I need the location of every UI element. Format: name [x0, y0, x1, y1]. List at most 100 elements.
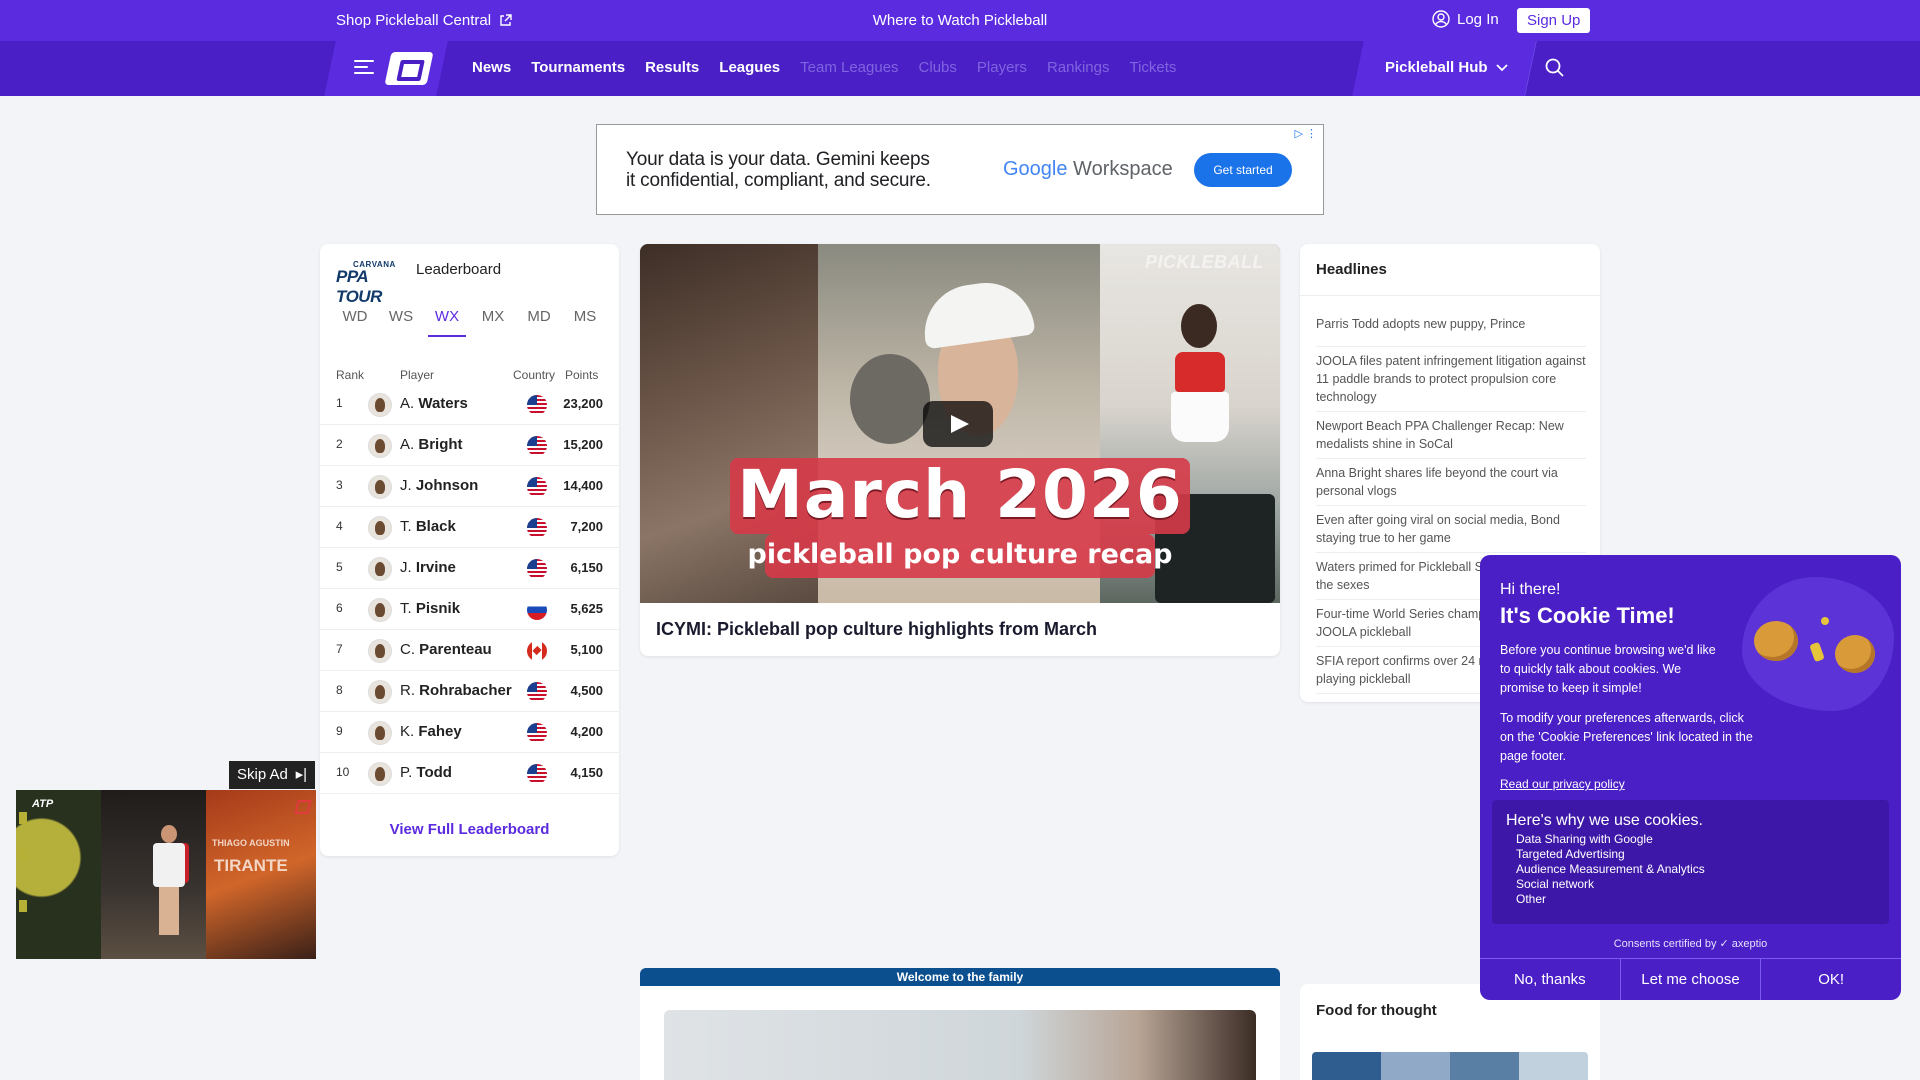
welcome-image[interactable]	[664, 1010, 1256, 1080]
let-me-choose-button[interactable]: Let me choose	[1621, 959, 1762, 1000]
ad-choices-icon[interactable]: ▷ ⋮	[1294, 127, 1317, 140]
food-image[interactable]	[1312, 1052, 1588, 1080]
nav-results[interactable]: Results	[645, 59, 699, 76]
view-full-leaderboard-link[interactable]: View Full Leaderboard	[320, 821, 619, 838]
nav-tournaments[interactable]: Tournaments	[531, 59, 625, 76]
player-name[interactable]: T. Black	[400, 518, 456, 535]
ok-button[interactable]: OK!	[1761, 959, 1901, 1000]
tab-ws[interactable]: WS	[382, 308, 420, 337]
headline-item[interactable]: Even after going viral on social media, …	[1316, 506, 1586, 553]
headline-item[interactable]: JOOLA files patent infringement litigati…	[1316, 347, 1586, 412]
leaderboard-row[interactable]: 2 A. Bright 15,200	[320, 425, 619, 466]
tab-wd[interactable]: WD	[336, 308, 374, 337]
player-name[interactable]: A. Waters	[400, 395, 468, 412]
leaderboard-row[interactable]: 6 T. Pisnik 5,625	[320, 589, 619, 630]
player-name[interactable]: P. Todd	[400, 764, 452, 781]
nav-leagues[interactable]: Leagues	[719, 59, 780, 76]
float-name-small: THIAGO AGUSTIN	[212, 838, 290, 848]
country-flag-icon	[527, 436, 547, 456]
player-name[interactable]: T. Pisnik	[400, 600, 460, 617]
nav-rankings[interactable]: Rankings	[1047, 59, 1110, 76]
leaderboard-row[interactable]: 8 R. Rohrabacher 4,500	[320, 671, 619, 712]
player-avatar	[368, 598, 392, 622]
privacy-policy-link[interactable]: Read our privacy policy	[1500, 777, 1625, 791]
where-to-watch-link[interactable]: Where to Watch Pickleball	[0, 12, 1920, 29]
nav-players[interactable]: Players	[977, 59, 1027, 76]
cookie-reason: Audience Measurement & Analytics	[1516, 862, 1705, 876]
ad-get-started-button[interactable]: Get started	[1194, 153, 1292, 187]
row-rank: 2	[336, 437, 343, 451]
site-logo[interactable]	[384, 52, 434, 85]
welcome-section: Welcome to the family	[640, 968, 1280, 1080]
sparkle-icon	[1821, 617, 1829, 625]
headline-item[interactable]: Anna Bright shares life beyond the court…	[1316, 459, 1586, 506]
header-points: Points	[565, 368, 599, 382]
player-name[interactable]: K. Fahey	[400, 723, 462, 740]
player-last-name: Bright	[418, 436, 463, 453]
atp-logo: ATP	[32, 798, 54, 810]
leaderboard-row[interactable]: 4 T. Black 7,200	[320, 507, 619, 548]
nav-clubs[interactable]: Clubs	[919, 59, 957, 76]
leaderboard-rows: 1 A. Waters 23,200 2 A. Bright 15,200 3 J. John…	[320, 384, 619, 794]
headline-item[interactable]: Newport Beach PPA Challenger Recap: New …	[1316, 412, 1586, 459]
player-last-name: Rohrabacher	[419, 682, 512, 699]
player-avatar	[368, 721, 392, 745]
signup-button[interactable]: Sign Up	[1517, 8, 1591, 33]
skip-ad-label: Skip Ad	[237, 766, 288, 783]
cookie-reason: Targeted Advertising	[1516, 847, 1625, 861]
menu-icon[interactable]	[354, 60, 374, 76]
video-caption[interactable]: ICYMI: Pickleball pop culture highlights…	[656, 619, 1097, 640]
tab-ms[interactable]: MS	[566, 308, 604, 337]
welcome-body	[640, 986, 1280, 1080]
skip-icon: ▸|	[295, 766, 307, 783]
leaderboard-row[interactable]: 5 J. Irvine 6,150	[320, 548, 619, 589]
nav-news[interactable]: News	[472, 59, 511, 76]
floating-video-ad[interactable]: ATP THIAGO AGUSTIN TIRANTE	[16, 790, 316, 959]
player-name[interactable]: J. Irvine	[400, 559, 456, 576]
axeptio-certification[interactable]: Consents certified by ✓ axeptio	[1480, 937, 1901, 950]
ad-brand: Google Workspace	[1003, 158, 1173, 181]
tab-wx[interactable]: WX	[428, 308, 466, 337]
nav-links: News Tournaments Results Leagues Team Le…	[472, 59, 1176, 76]
row-rank: 6	[336, 601, 343, 615]
country-flag-icon	[527, 723, 547, 743]
featured-video-card[interactable]: PICKLEBALL March 2026 pickleball pop cul…	[640, 244, 1280, 656]
pickleball-hub-dropdown[interactable]: Pickleball Hub	[1385, 59, 1508, 76]
search-icon[interactable]	[1544, 57, 1566, 79]
login-label: Log In	[1457, 10, 1499, 28]
player-avatar	[368, 557, 392, 581]
leaderboard-row[interactable]: 1 A. Waters 23,200	[320, 384, 619, 425]
player-name[interactable]: A. Bright	[400, 436, 463, 453]
leaderboard-row[interactable]: 7 C. Parenteau 5,100	[320, 630, 619, 671]
nav-team-leagues[interactable]: Team Leagues	[800, 59, 898, 76]
login-button[interactable]: Log In	[1432, 10, 1499, 28]
player-name[interactable]: J. Johnson	[400, 477, 478, 494]
headline-item[interactable]: Parris Todd adopts new puppy, Prince	[1316, 310, 1586, 347]
leaderboard-row[interactable]: 3 J. Johnson 14,400	[320, 466, 619, 507]
float-panel-marker	[19, 848, 27, 860]
nav-tickets[interactable]: Tickets	[1129, 59, 1176, 76]
player-initial: T.	[400, 600, 412, 617]
user-icon	[1432, 10, 1450, 28]
ad-banner[interactable]: Your data is your data. Gemini keeps it …	[596, 124, 1324, 215]
float-panel-marker	[19, 812, 27, 824]
player-points: 4,500	[570, 683, 603, 698]
video-thumbnail[interactable]: PICKLEBALL March 2026 pickleball pop cul…	[640, 244, 1280, 603]
tab-md[interactable]: MD	[520, 308, 558, 337]
leaderboard-row[interactable]: 9 K. Fahey 4,200	[320, 712, 619, 753]
play-icon[interactable]	[923, 401, 993, 447]
cookie-greeting: Hi there!	[1500, 581, 1561, 598]
no-thanks-button[interactable]: No, thanks	[1480, 959, 1621, 1000]
cookie-paragraph-1: Before you continue browsing we'd like t…	[1500, 643, 1716, 695]
country-flag-icon	[527, 518, 547, 538]
header-player: Player	[400, 368, 435, 382]
player-last-name: Pisnik	[415, 600, 461, 617]
player-name[interactable]: C. Parenteau	[400, 641, 492, 658]
player-name[interactable]: R. Rohrabacher	[400, 682, 512, 699]
player-last-name: Johnson	[415, 477, 479, 494]
player-avatar	[368, 475, 392, 499]
player-points: 15,200	[563, 437, 603, 452]
skip-ad-button[interactable]: Skip Ad ▸|	[229, 761, 315, 789]
leaderboard-row[interactable]: 10 P. Todd 4,150	[320, 753, 619, 794]
tab-mx[interactable]: MX	[474, 308, 512, 337]
